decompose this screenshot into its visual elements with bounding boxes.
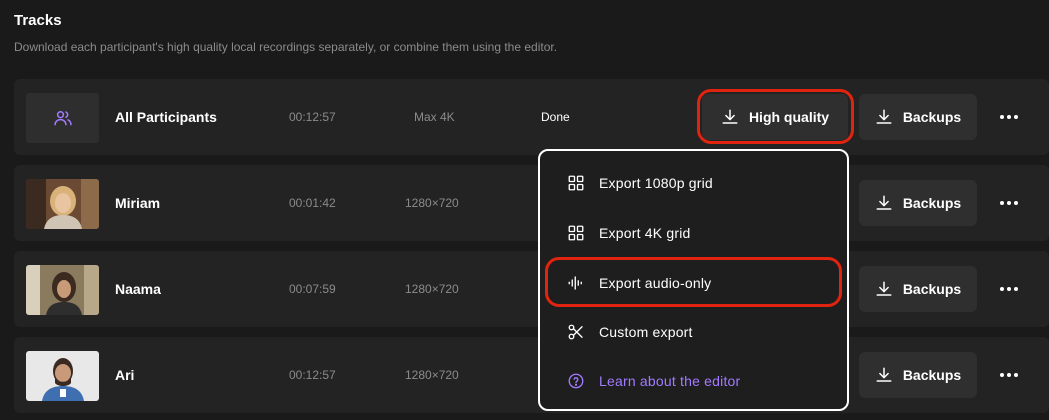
ellipsis-dot <box>1007 115 1011 119</box>
download-icon <box>876 195 892 210</box>
audio-waveform-icon <box>566 273 586 293</box>
ellipsis-dot <box>1014 115 1018 119</box>
backups-button[interactable]: Backups <box>859 266 977 312</box>
menu-item-learn-about-editor[interactable]: Learn about the editor <box>540 359 847 403</box>
menu-item-custom-export[interactable]: Custom export <box>540 310 847 354</box>
track-row-all-participants: All Participants 00:12:57 Max 4K Done Hi… <box>14 79 1049 155</box>
ellipsis-icon <box>1000 373 1004 377</box>
menu-item-export-4k-grid[interactable]: Export 4K grid <box>540 211 847 255</box>
backups-label: Backups <box>902 367 962 383</box>
track-status: Done <box>541 110 570 124</box>
ellipsis-dot <box>1014 373 1018 377</box>
grid-icon <box>566 223 586 243</box>
page-title: Tracks <box>14 12 62 29</box>
track-resolution: 1280×720 <box>405 368 459 382</box>
page-subtitle: Download each participant's high quality… <box>14 40 558 54</box>
menu-item-label: Custom export <box>599 324 693 340</box>
menu-item-export-audio-only[interactable]: Export audio-only <box>540 261 847 305</box>
ellipsis-dot <box>1007 287 1011 291</box>
track-row-miriam: Miriam 00:01:42 1280×720 Backups <box>14 165 1049 241</box>
high-quality-button[interactable]: High quality <box>702 94 848 140</box>
participant-video-thumbnail <box>26 351 99 401</box>
ellipsis-icon <box>1000 287 1004 291</box>
more-options-button[interactable] <box>992 365 1026 385</box>
menu-item-label: Export 4K grid <box>599 225 691 241</box>
backups-button[interactable]: Backups <box>859 180 977 226</box>
more-options-button[interactable] <box>992 279 1026 299</box>
track-row-naama: Naama 00:07:59 1280×720 Backups <box>14 251 1049 327</box>
track-row-ari: Ari 00:12:57 1280×720 Backups <box>14 337 1049 413</box>
track-name: Miriam <box>115 195 161 211</box>
track-duration: 00:01:42 <box>289 196 336 210</box>
grid-icon <box>566 173 586 193</box>
participant-video-thumbnail <box>26 179 99 229</box>
backups-label: Backups <box>902 195 962 211</box>
backups-button[interactable]: Backups <box>859 352 977 398</box>
track-resolution: 1280×720 <box>405 282 459 296</box>
help-circle-icon <box>566 371 586 391</box>
menu-item-export-1080p-grid[interactable]: Export 1080p grid <box>540 161 847 205</box>
track-duration: 00:07:59 <box>289 282 336 296</box>
download-icon <box>876 367 892 382</box>
download-icon <box>722 109 738 124</box>
more-options-button[interactable] <box>992 193 1026 213</box>
track-name: Naama <box>115 281 161 297</box>
high-quality-label: High quality <box>748 109 830 125</box>
download-icon <box>876 109 892 124</box>
more-options-button[interactable] <box>992 107 1026 127</box>
scissors-icon <box>566 322 586 342</box>
track-name: Ari <box>115 367 135 383</box>
track-duration: 00:12:57 <box>289 110 336 124</box>
track-name: All Participants <box>115 109 217 125</box>
menu-item-label: Export 1080p grid <box>599 175 713 191</box>
backups-label: Backups <box>902 109 962 125</box>
ellipsis-icon <box>1000 201 1004 205</box>
users-icon <box>53 111 72 126</box>
menu-item-label: Learn about the editor <box>599 373 741 389</box>
all-participants-thumbnail <box>26 93 99 143</box>
track-resolution: Max 4K <box>414 110 455 124</box>
ellipsis-dot <box>1014 201 1018 205</box>
backups-button[interactable]: Backups <box>859 94 977 140</box>
export-dropdown-menu: Export 1080p grid Export 4K grid Export … <box>538 149 849 411</box>
backups-label: Backups <box>902 281 962 297</box>
ellipsis-dot <box>1007 201 1011 205</box>
track-resolution: 1280×720 <box>405 196 459 210</box>
ellipsis-dot <box>1014 287 1018 291</box>
download-icon <box>876 281 892 296</box>
participant-video-thumbnail <box>26 265 99 315</box>
ellipsis-dot <box>1007 373 1011 377</box>
ellipsis-icon <box>1000 115 1004 119</box>
menu-item-label: Export audio-only <box>599 275 712 291</box>
track-duration: 00:12:57 <box>289 368 336 382</box>
